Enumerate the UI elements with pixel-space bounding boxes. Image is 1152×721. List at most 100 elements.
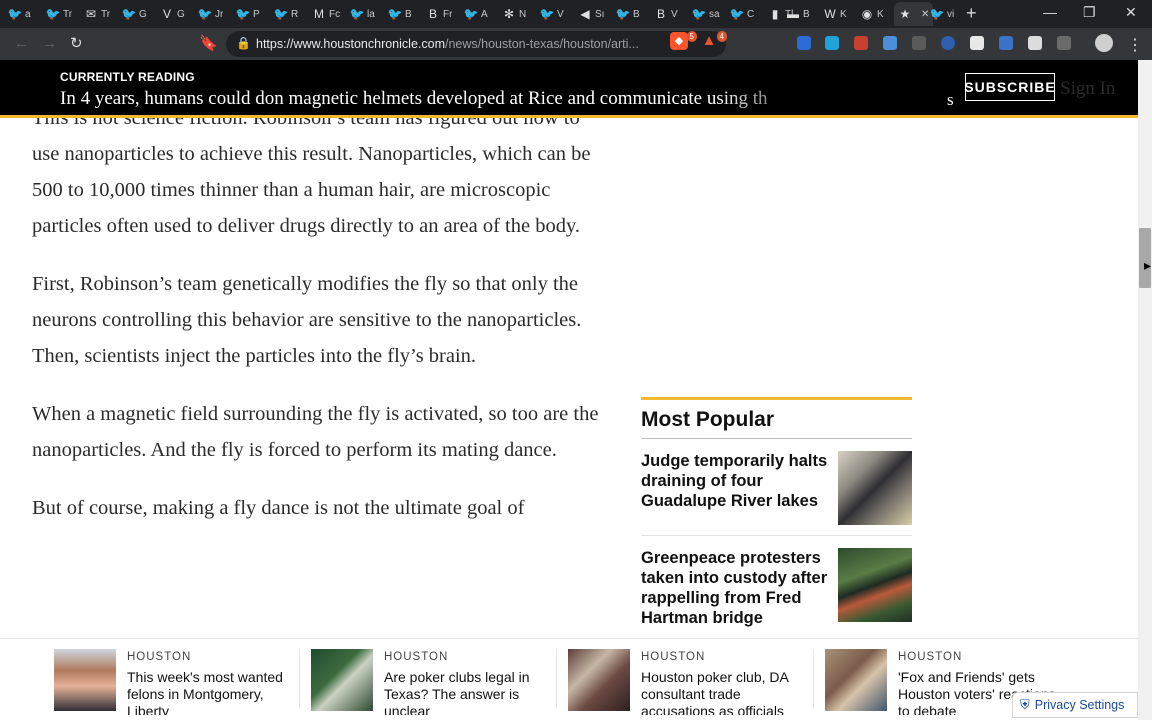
close-window-button[interactable]: ✕ (1125, 5, 1137, 19)
article-paragraph: When a magnetic field surrounding the fl… (32, 403, 599, 461)
browser-tab-label: Fc (329, 8, 341, 20)
extension-icon-7[interactable] (999, 36, 1013, 50)
close-tab-icon[interactable]: ✕ (921, 9, 929, 20)
reload-button[interactable]: ↻ (70, 35, 83, 53)
popular-item-thumbnail[interactable] (838, 548, 912, 622)
browser-tab[interactable]: 🐦 vi (930, 2, 955, 26)
rail-card-headline[interactable]: This week's most wanted felons in Montgo… (127, 669, 299, 715)
rail-card[interactable]: HOUSTON Houston poker club, DA consultan… (568, 649, 813, 715)
browser-tab[interactable]: WK (823, 2, 846, 26)
browser-tab[interactable]: ◉ K (860, 2, 884, 26)
browser-tab[interactable]: BV (654, 2, 678, 26)
minimize-button[interactable]: — (1043, 5, 1057, 19)
browser-tab[interactable]: 🐦 la (350, 2, 375, 26)
privacy-settings-button[interactable]: ⛨ Privacy Settings (1012, 692, 1138, 718)
twitter-icon: 🐦 (45, 7, 61, 21)
currently-reading-headline: In 4 years, humans could don magnetic he… (60, 88, 768, 109)
browser-tab[interactable]: 🐦 G (122, 2, 147, 26)
url-host: https://www.houstonchronicle.com (256, 37, 445, 51)
browser-tab[interactable]: 🐦 R (274, 2, 299, 26)
url-text[interactable]: https://www.houstonchronicle.com/news/ho… (256, 37, 639, 51)
rail-card-thumbnail[interactable] (54, 649, 116, 711)
browser-tab-label: C (747, 8, 755, 20)
rail-card[interactable]: HOUSTON Are poker clubs legal in Texas? … (311, 649, 556, 715)
rail-card-thumbnail[interactable] (568, 649, 630, 711)
bookmark-icon[interactable]: 🔖 (199, 34, 218, 52)
related-stories-rail: HOUSTON This week's most wanted felons i… (0, 638, 1138, 721)
browser-tab[interactable]: VG (160, 2, 185, 26)
extension-icon-1[interactable] (797, 36, 811, 50)
browser-tab[interactable]: ★ ✕ (894, 2, 934, 26)
reader-mode-icon[interactable] (970, 36, 984, 50)
extension-icon-4[interactable] (883, 36, 897, 50)
rail-card-section[interactable]: HOUSTON (898, 651, 962, 663)
browser-tab[interactable]: 🐦 A (464, 2, 488, 26)
browser-tab[interactable]: 🐦 P (236, 2, 260, 26)
restore-button[interactable]: ❐ (1083, 5, 1096, 19)
shields-count-badge: 5 (686, 31, 697, 42)
rail-card-headline[interactable]: Are poker clubs legal in Texas? The answ… (384, 669, 556, 715)
rail-card[interactable]: HOUSTON This week's most wanted felons i… (54, 649, 299, 715)
reading-list-icon[interactable] (1028, 36, 1042, 50)
extension-icon-2[interactable] (825, 36, 839, 50)
extension-icon-3[interactable] (854, 36, 868, 50)
twitter-icon: 🐦 (729, 7, 745, 21)
extension-icon-6[interactable] (941, 36, 955, 50)
rail-card-section[interactable]: HOUSTON (641, 651, 705, 663)
popular-item[interactable]: Greenpeace protesters taken into custody… (641, 536, 912, 639)
browser-tab[interactable]: 🐦 B (616, 2, 640, 26)
browser-tab[interactable]: 🐦 sa (692, 2, 720, 26)
brave-rewards-icon[interactable]: ▲ 4 (700, 31, 727, 50)
browser-tab[interactable]: 🐦 Jr (197, 2, 224, 26)
arrow-icon: ◀ (580, 7, 590, 21)
address-bar[interactable]: 🔒 https://www.houstonchronicle.com/news/… (226, 31, 726, 57)
profile-avatar[interactable] (1095, 34, 1113, 52)
extension-icon-5[interactable] (912, 36, 926, 50)
star-icon: ★ (899, 7, 911, 21)
browser-tab[interactable]: 🐦 B (388, 2, 412, 26)
rail-divider (556, 649, 557, 709)
browser-tab[interactable]: ✻ N (502, 2, 526, 26)
brave-icon: B (656, 7, 665, 21)
twitter-icon: 🐦 (7, 7, 23, 21)
browser-toolbar: ← → ↻ 🔖 🔒 https://www.houstonchronicle.c… (0, 28, 1152, 60)
popular-item-thumbnail[interactable] (838, 451, 912, 525)
rail-card-section[interactable]: HOUSTON (127, 651, 191, 663)
rail-card-section[interactable]: HOUSTON (384, 651, 448, 663)
headline-overflow-fragment: s (947, 90, 954, 109)
browser-tab[interactable]: 🐦 V (540, 2, 564, 26)
extension-icon-8[interactable] (1057, 36, 1071, 50)
article-paragraph: But of course, making a fly dance is not… (32, 497, 525, 519)
page-scrollbar[interactable] (1138, 60, 1152, 720)
forward-button[interactable]: → (42, 35, 57, 53)
browser-tab[interactable]: 🐦 a (8, 2, 31, 26)
browser-tab-label: R (291, 8, 299, 20)
popular-item-headline[interactable]: Judge temporarily halts draining of four… (641, 451, 831, 525)
article-paragraph: This is not science fiction. Robinson’s … (32, 107, 591, 237)
browser-tab[interactable]: ◀ Sı (578, 2, 604, 26)
twitter-icon: 🐦 (387, 7, 403, 21)
browser-menu-icon[interactable]: ⋮ (1127, 35, 1143, 55)
browser-tab[interactable]: 🐦 Tr (45, 2, 73, 26)
sign-in-link[interactable]: Sign In (1060, 78, 1115, 100)
popular-item[interactable]: Judge temporarily halts draining of four… (641, 439, 912, 536)
browser-tab[interactable]: M Fc (312, 2, 340, 26)
rail-divider (813, 649, 814, 709)
browser-tab[interactable]: B Fr (426, 2, 452, 26)
rail-card-thumbnail[interactable] (825, 649, 887, 711)
browser-tab[interactable]: 🐦 C (729, 2, 755, 26)
brave-icon: B (428, 7, 437, 21)
article-paragraph: First, Robinson’s team genetically modif… (32, 273, 582, 367)
new-tab-button[interactable]: + (966, 4, 977, 22)
subscribe-button[interactable]: SUBSCRIBE (964, 73, 1055, 101)
rail-card-headline[interactable]: Houston poker club, DA consultant trade … (641, 669, 813, 715)
back-button[interactable]: ← (14, 35, 29, 53)
popular-item-headline[interactable]: Greenpeace protesters taken into custody… (641, 548, 831, 628)
mouse-cursor-icon: ▸ (1144, 257, 1152, 273)
browser-tab-strip: 🐦 a 🐦 Tr ✉ Tr 🐦 G V G 🐦 Jr 🐦 P 🐦 R M Fc 🐦 la 🐦 B B Fr 🐦 A ✻ N 🐦 V ◀ Sı 🐦… (0, 0, 1152, 28)
browser-tab[interactable]: ✉ Tr (84, 2, 110, 26)
browser-tab[interactable]: ▬ B (786, 2, 810, 26)
twitter-icon: 🐦 (197, 7, 213, 21)
rail-card-thumbnail[interactable] (311, 649, 373, 711)
brave-shields-icon[interactable]: ◆ 5 (670, 31, 697, 50)
